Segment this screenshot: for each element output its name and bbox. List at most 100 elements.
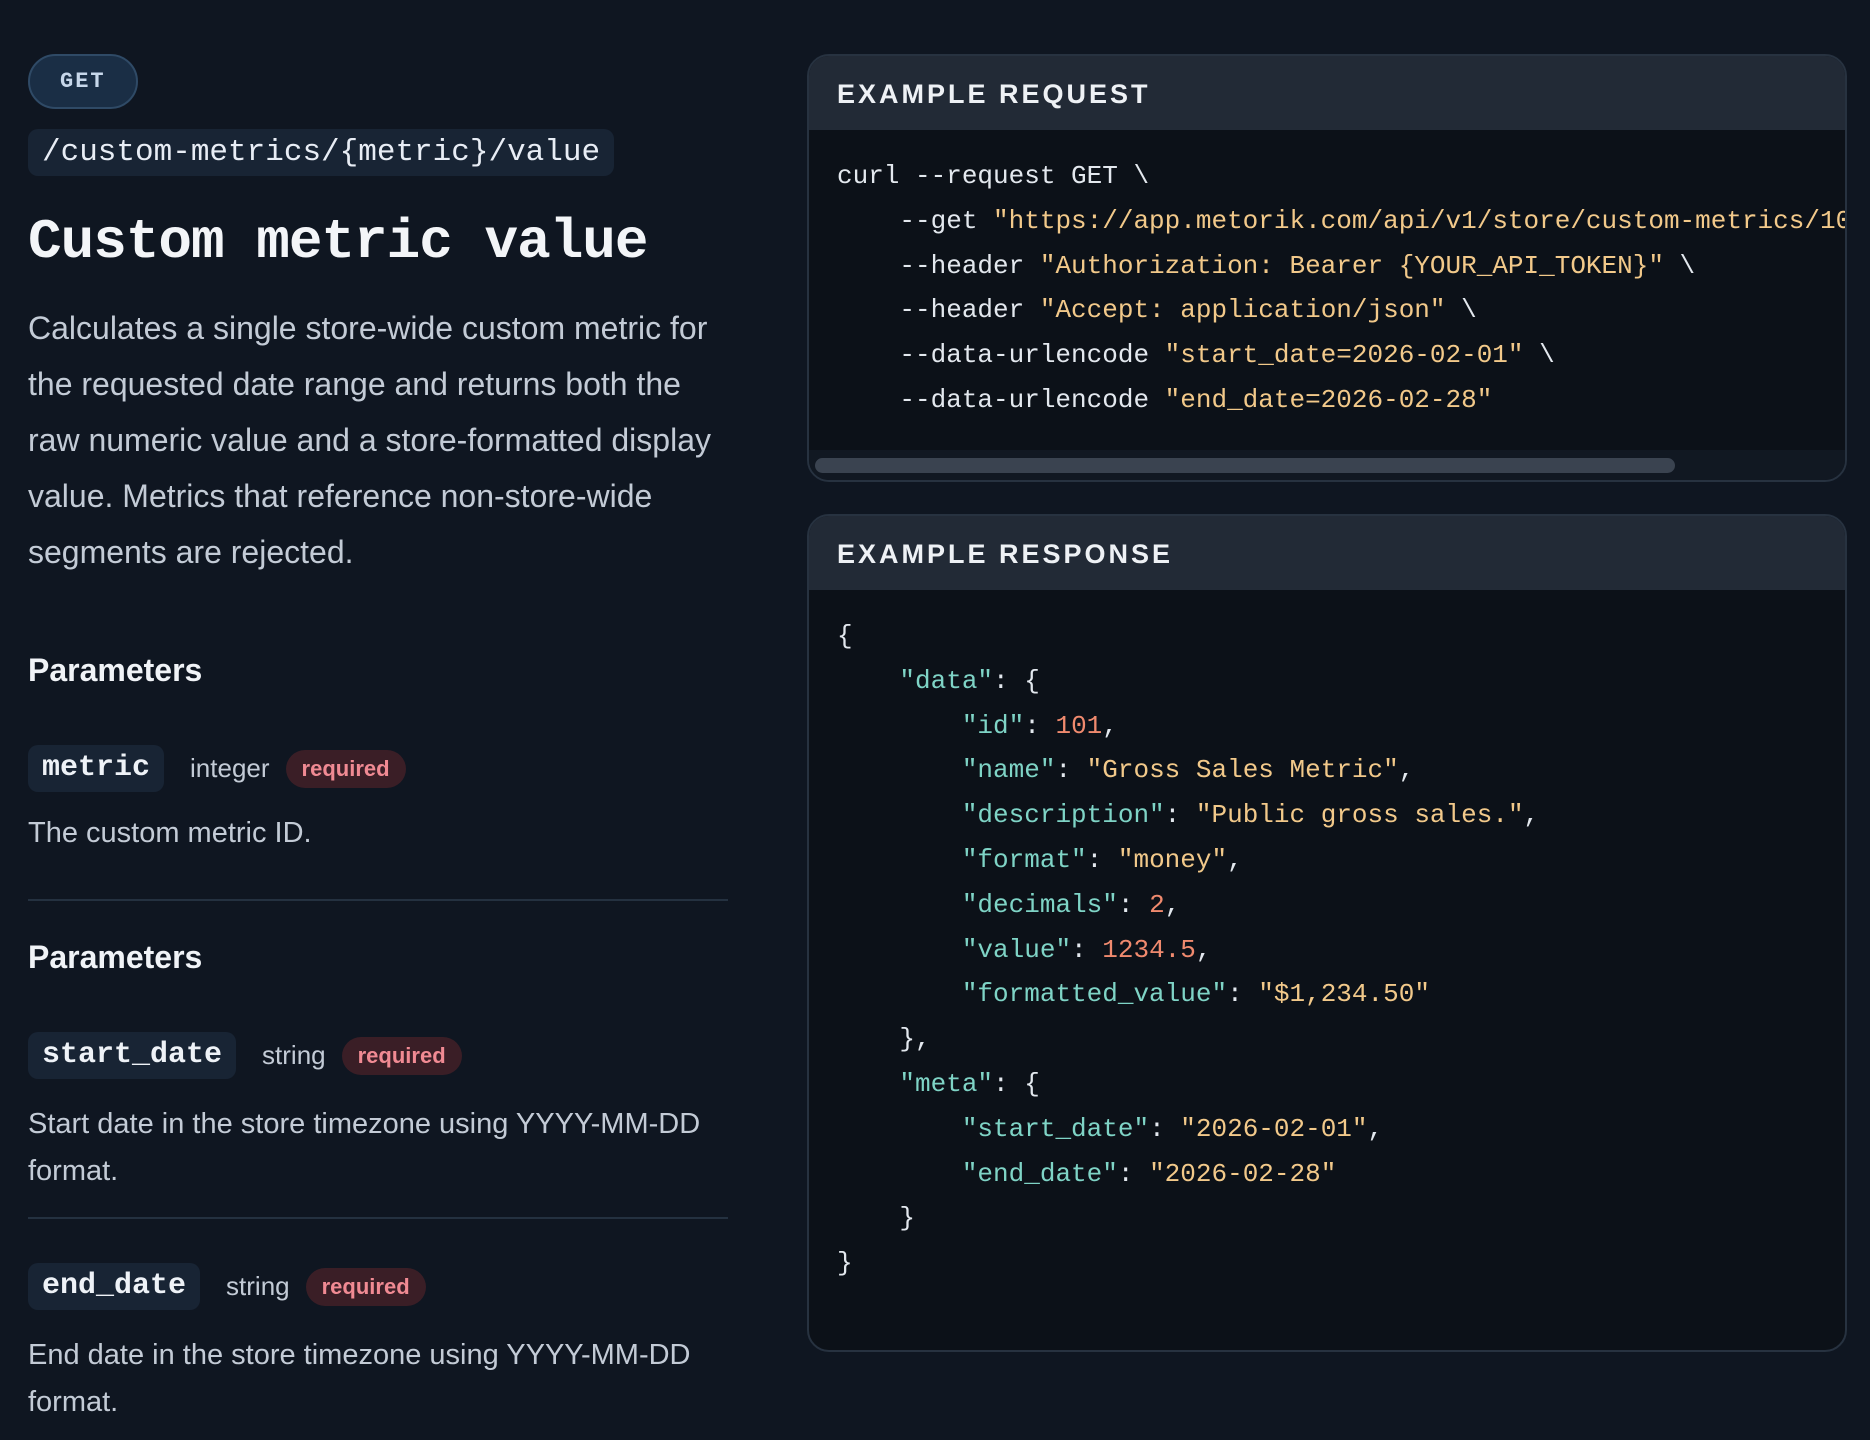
example-response-heading: EXAMPLE RESPONSE: [809, 516, 1845, 590]
code-token: "end_date": [961, 1158, 1118, 1189]
scrollbar-thumb[interactable]: [815, 458, 1675, 473]
example-request-heading: EXAMPLE REQUEST: [809, 56, 1845, 130]
code-line: --data-urlencode "start_date=2026-02-01"…: [837, 333, 1845, 378]
param-type: string: [262, 1040, 326, 1070]
code-token: "Public gross sales.": [1195, 800, 1524, 831]
code-token: "money": [1117, 844, 1228, 875]
required-badge: required: [341, 1036, 462, 1075]
code-token: :: [1055, 755, 1087, 786]
code-token: "description": [961, 800, 1165, 831]
endpoint-description: Calculates a single store-wide custom me…: [28, 310, 711, 570]
code-token: :: [1164, 800, 1196, 831]
code-line: "description": "Public gross sales.",: [837, 793, 1845, 838]
code-line: curl --request GET \: [837, 154, 1845, 199]
param-name: metric: [28, 745, 165, 792]
code-line: },: [837, 1017, 1845, 1062]
code-token: "data": [899, 665, 994, 696]
code-token: "meta": [899, 1068, 994, 1099]
code-line: "decimals": 2,: [837, 883, 1845, 928]
code-token: "value": [961, 934, 1072, 965]
code-token: ,: [1164, 889, 1181, 920]
code-line: "value": 1234.5,: [837, 928, 1845, 973]
code-token: "Accept: application/json": [1039, 295, 1446, 326]
code-token: }: [837, 1248, 853, 1279]
endpoint-path: /custom-metrics/{metric}/value: [28, 129, 615, 176]
divider: [28, 1217, 728, 1219]
required-badge: required: [285, 749, 406, 788]
response-code-block[interactable]: { "data": { "id": 101, "name": "Gross Sa…: [809, 590, 1845, 1286]
code-token: "start_date": [961, 1113, 1150, 1144]
code-token: "name": [961, 755, 1056, 786]
code-token: --header: [837, 295, 1040, 326]
param-end-date: end_date string required End date in the…: [28, 1263, 728, 1426]
code-line: "start_date": "2026-02-01",: [837, 1107, 1845, 1152]
code-line: "end_date": "2026-02-28": [837, 1152, 1845, 1197]
code-token: "Gross Sales Metric": [1086, 755, 1399, 786]
code-token: "end_date=2026-02-28": [1164, 384, 1493, 415]
code-token: "decimals": [961, 889, 1118, 920]
code-line: "format": "money",: [837, 838, 1845, 883]
code-line: --get "https://app.metorik.com/api/v1/st…: [837, 199, 1845, 244]
code-line: "formatted_value": "$1,234.50": [837, 972, 1845, 1017]
code-token: "formatted_value": [961, 979, 1228, 1010]
code-token: 1234.5: [1102, 934, 1196, 965]
required-badge: required: [305, 1267, 426, 1306]
code-line: --data-urlencode "end_date=2026-02-28": [837, 378, 1845, 423]
code-token: \: [1445, 295, 1477, 326]
param-description: End date in the store timezone using YYY…: [28, 1339, 691, 1418]
divider: [28, 899, 728, 901]
code-line: "data": {: [837, 659, 1845, 704]
code-token: ,: [1398, 755, 1415, 786]
path-parameters-heading: Parameters: [28, 652, 203, 688]
code-line: }: [837, 1196, 1845, 1241]
param-description: The custom metric ID.: [28, 817, 312, 849]
code-line: "meta": {: [837, 1062, 1845, 1107]
param-type: integer: [190, 753, 270, 783]
code-token: "2026-02-01": [1180, 1113, 1368, 1144]
example-response-card: EXAMPLE RESPONSE { "data": { "id": 101, …: [807, 514, 1847, 1352]
code-line: "id": 101,: [837, 704, 1845, 749]
code-line: }: [837, 1241, 1845, 1286]
code-token: {: [837, 621, 853, 651]
code-token: --data-urlencode: [837, 340, 1165, 371]
api-doc-page: GET /custom-metrics/{metric}/value Custo…: [0, 0, 1870, 1440]
param-description: Start date in the store timezone using Y…: [28, 1108, 701, 1187]
code-token: "Authorization: Bearer {YOUR_API_TOKEN}": [1039, 250, 1664, 281]
query-parameters-heading: Parameters: [28, 939, 203, 975]
code-token: "$1,234.50": [1258, 979, 1430, 1010]
code-token: :: [1117, 1158, 1150, 1189]
code-token: :: [1149, 1113, 1181, 1144]
code-token: "2026-02-28": [1149, 1158, 1337, 1189]
code-line: --header "Authorization: Bearer {YOUR_AP…: [837, 244, 1845, 289]
endpoint-details: GET /custom-metrics/{metric}/value Custo…: [28, 54, 728, 1426]
code-token: ,: [1102, 710, 1118, 741]
code-token: :: [1227, 979, 1259, 1010]
code-token: ,: [1195, 934, 1212, 965]
code-token: "id": [961, 710, 1025, 741]
param-name: start_date: [28, 1032, 237, 1079]
example-request-card: EXAMPLE REQUEST curl --request GET \ --g…: [807, 54, 1847, 482]
code-token: --get: [837, 205, 994, 236]
param-name: end_date: [28, 1263, 201, 1310]
horizontal-scrollbar[interactable]: [809, 450, 1845, 480]
param-type: string: [226, 1271, 290, 1301]
code-token: : {: [993, 665, 1040, 696]
code-token: :: [1071, 934, 1103, 965]
code-token: 2: [1149, 889, 1165, 920]
code-line: --header "Accept: application/json" \: [837, 288, 1845, 333]
code-token: "start_date=2026-02-01": [1164, 340, 1524, 371]
request-code-block[interactable]: curl --request GET \ --get "https://app.…: [809, 130, 1845, 423]
code-token: }: [837, 1203, 916, 1234]
code-token: :: [1086, 844, 1118, 875]
code-token: "format": [961, 844, 1087, 875]
code-token: ,: [1367, 1113, 1384, 1144]
